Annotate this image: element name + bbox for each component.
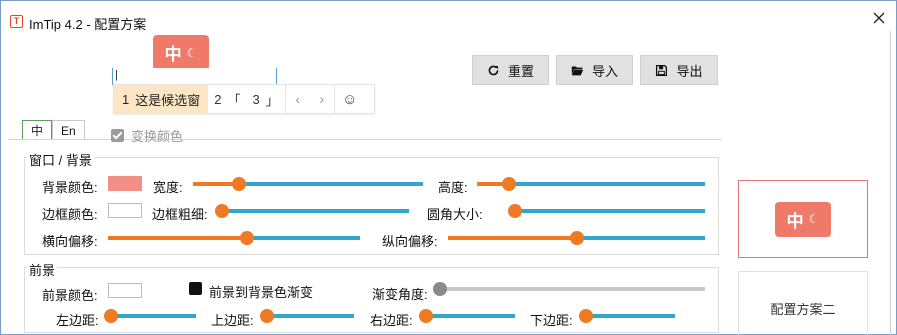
slider-handle[interactable] [259, 309, 274, 323]
next-page-icon[interactable]: › [310, 91, 334, 107]
slider-handle[interactable] [239, 231, 254, 245]
slider-handle[interactable] [569, 231, 584, 245]
candidate-text: 「 [227, 92, 241, 108]
export-button[interactable]: 导出 [640, 55, 718, 85]
offset-x-label: 横向偏移: [42, 234, 98, 249]
moon-icon: ☾ [186, 45, 198, 60]
scheme-preview-2[interactable]: 配置方案二 [738, 271, 868, 335]
border-color-label: 边框颜色: [42, 207, 98, 222]
export-label: 导出 [676, 63, 703, 79]
gradient-angle-slider[interactable] [433, 281, 705, 297]
window-title: ImTip 4.2 - 配置方案 [29, 17, 147, 32]
fore-group-title: 前景 [27, 260, 58, 279]
import-label: 导入 [591, 63, 618, 79]
checkbox-checked-icon [111, 129, 124, 142]
window-group-title: 窗口 / 背景 [27, 150, 94, 169]
bg-color-label: 背景颜色: [42, 180, 98, 195]
candidate-selected[interactable]: 1 这是候选窗 [114, 85, 209, 113]
fg-color-label: 前景颜色: [42, 288, 98, 303]
close-icon [873, 12, 885, 24]
candidate-index: 2 [214, 91, 222, 107]
save-icon [656, 64, 668, 76]
preview-ime-indicator: 中 ☾ [775, 201, 831, 237]
candidate-item[interactable]: 2 「 [208, 90, 246, 109]
gradient-label: 前景到背景色渐变 [209, 285, 314, 300]
ime-indicator: 中 ☾ [153, 35, 209, 70]
width-slider[interactable] [193, 176, 423, 192]
tab-en[interactable]: En [52, 120, 85, 140]
offset-y-slider[interactable] [448, 230, 705, 246]
candidate-text: 这是候选窗 [135, 92, 201, 108]
pad-bottom-label: 下边距: [530, 313, 573, 328]
swap-colors-label: 变换颜色 [131, 129, 184, 144]
border-width-label: 边框粗细: [152, 207, 208, 222]
slider-handle[interactable] [501, 177, 516, 191]
border-color-swatch[interactable] [108, 203, 142, 218]
emoji-icon[interactable]: ☺ [335, 91, 365, 108]
bg-color-swatch[interactable] [108, 176, 142, 191]
slider-handle[interactable] [418, 309, 433, 323]
pad-top-slider[interactable] [259, 308, 354, 324]
candidate-index: 3 [252, 91, 260, 107]
offset-x-slider[interactable] [108, 230, 360, 246]
slider-handle[interactable] [214, 204, 229, 218]
scheme-2-label: 配置方案二 [770, 302, 836, 317]
pad-right-slider[interactable] [418, 308, 515, 324]
title-bar: T ImTip 4.2 - 配置方案 [0, 0, 897, 32]
width-label: 宽度: [153, 180, 183, 195]
border-width-slider[interactable] [214, 203, 409, 219]
scroll-edge [890, 31, 891, 335]
reset-button[interactable]: 重置 [472, 55, 549, 85]
radius-label: 圆角大小: [427, 207, 483, 222]
radius-slider[interactable] [507, 203, 705, 219]
slider-handle[interactable] [507, 204, 522, 218]
refresh-icon [488, 65, 499, 75]
candidate-item[interactable]: 3 」 [247, 90, 285, 109]
candidate-window: 1 这是候选窗 2 「 3 」 ‹ › ☺ [113, 84, 375, 114]
slider-handle[interactable] [578, 309, 593, 323]
scheme-preview-selected[interactable]: 中 ☾ [738, 180, 868, 258]
moon-icon: ☾ [808, 212, 820, 226]
gradient-angle-label: 渐变角度: [372, 287, 428, 302]
fg-color-swatch[interactable] [108, 283, 142, 298]
gradient-checkbox[interactable] [189, 282, 202, 295]
preview-lang-label: 中 [786, 211, 804, 231]
slider-handle[interactable] [232, 177, 246, 191]
candidate-index: 1 [122, 91, 130, 107]
folder-open-icon [571, 65, 584, 75]
pad-right-label: 右边距: [370, 313, 413, 328]
ime-lang-label: 中 [164, 45, 182, 64]
pad-bottom-slider[interactable] [578, 308, 675, 324]
height-label: 高度: [438, 180, 468, 195]
candidate-text: 」 [265, 92, 279, 108]
tab-zh[interactable]: 中 [22, 120, 53, 140]
offset-y-label: 纵向偏移: [382, 234, 438, 249]
slider-handle[interactable] [433, 282, 447, 296]
app-icon: T [10, 15, 23, 28]
test-input[interactable]: | [112, 68, 277, 85]
pad-left-slider[interactable] [104, 308, 196, 324]
slider-handle[interactable] [104, 309, 119, 323]
prev-page-icon[interactable]: ‹ [286, 91, 310, 107]
pad-top-label: 上边距: [211, 313, 254, 328]
import-button[interactable]: 导入 [556, 55, 633, 85]
pad-left-label: 左边距: [56, 313, 99, 328]
height-slider[interactable] [477, 176, 705, 192]
close-button[interactable] [871, 10, 887, 26]
lang-tabs: 中 En [22, 120, 85, 140]
reset-label: 重置 [507, 63, 534, 79]
swap-colors-checkbox[interactable]: 变换颜色 [111, 126, 183, 145]
